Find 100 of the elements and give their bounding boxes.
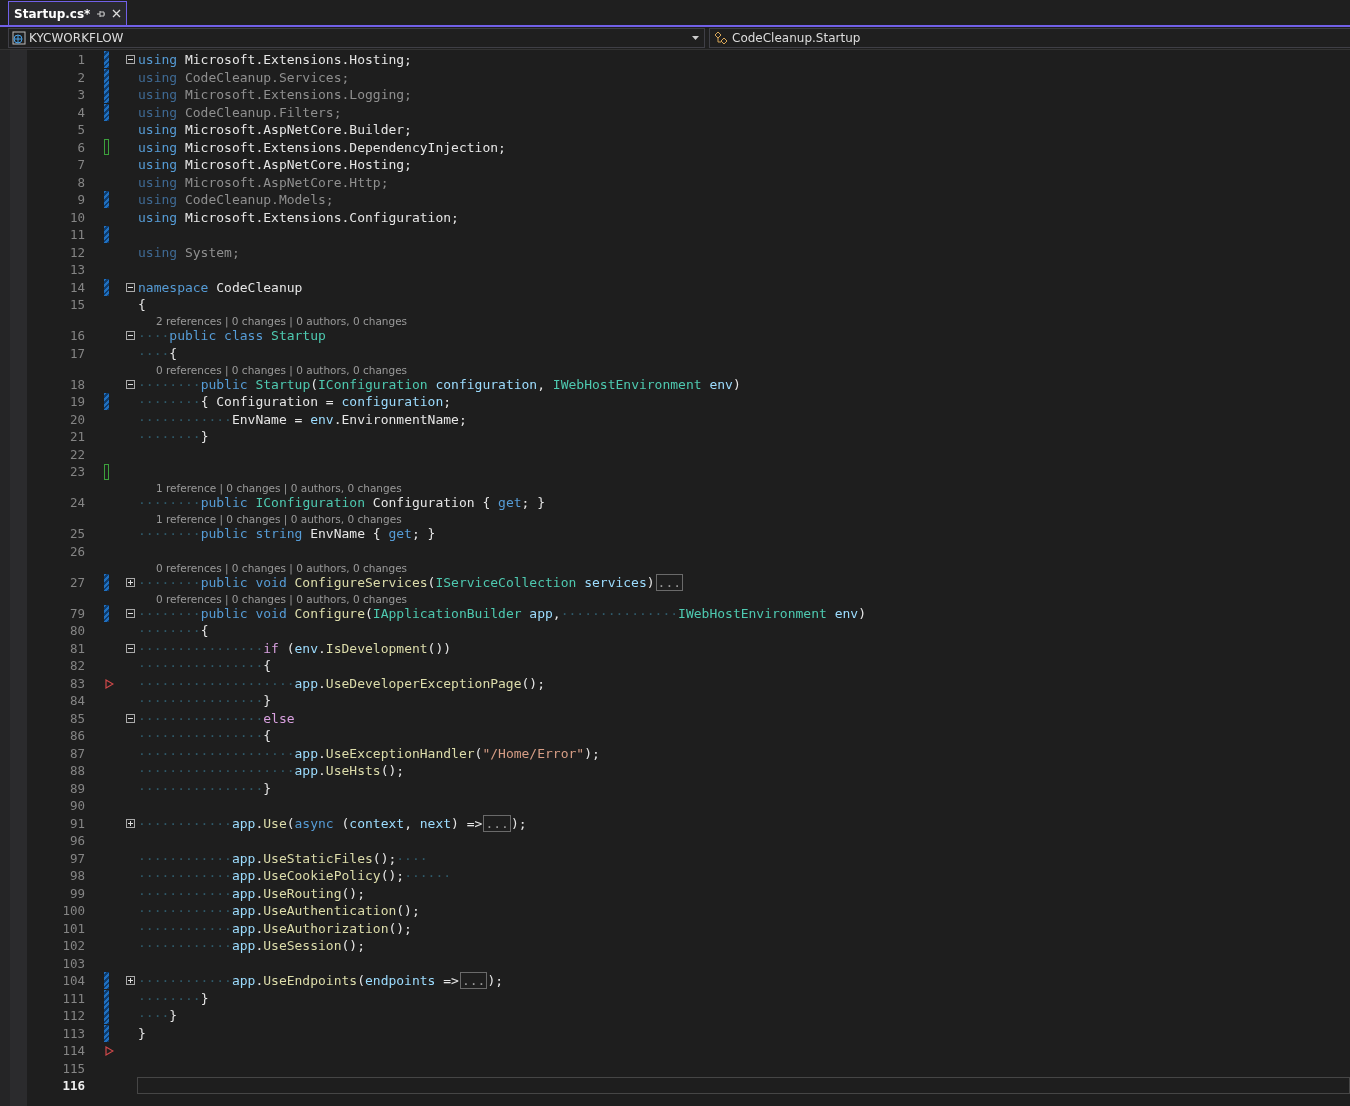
line-number: 103 [61,955,85,971]
code-line: using CodeCleanup.Filters; [137,103,342,121]
line-number: 115 [61,1060,85,1076]
code-line: ········public void ConfigureServices(IServiceCollection services) ... [137,573,684,591]
line-number: 10 [68,209,85,225]
line-number: 15 [68,297,85,313]
line-number: 19 [68,394,85,410]
line-number: 14 [68,279,85,295]
line-number: 24 [68,495,85,511]
code-line: ········} [137,989,209,1007]
code-line: ············app.UseStaticFiles();···· [137,849,428,867]
line-number: 87 [68,745,85,761]
line-number: 18 [68,376,85,392]
code-line: ····················app.UseExceptionHandler("/Home/Error"); [137,744,600,762]
codelens-text[interactable]: 0 references | 0 changes | 0 authors, 0 changes [156,363,408,376]
code-line: ····public class Startup [137,328,326,345]
code-line: ············app.UseSession(); [137,937,365,955]
code-line: using Microsoft.Extensions.Hosting; [137,51,412,69]
collapse-icon[interactable] [126,713,135,723]
line-number: 12 [68,244,85,260]
code-line: ············app.UseCookiePolicy();······ [137,867,452,885]
line-number: 111 [61,990,85,1006]
code-line: using Microsoft.AspNetCore.Builder; [137,121,412,139]
line-number: 97 [68,850,85,866]
code-line: using Microsoft.Extensions.DependencyInjection; [137,138,506,156]
code-line: ············app.UseAuthorization(); [137,919,412,937]
line-number: 3 [76,87,85,103]
code-line: ····{ [137,344,178,362]
code-line: ····} [137,1007,178,1025]
collapse-icon[interactable] [126,643,135,653]
line-number: 20 [68,411,85,427]
code-line: ············app.UseRouting(); [137,884,365,902]
collapse-icon[interactable] [126,282,135,292]
code-line: } [137,1024,146,1042]
globe-icon [12,31,26,45]
expand-icon[interactable] [126,818,135,828]
code-line: ········} [137,428,209,446]
line-number: 86 [68,728,85,744]
code-line: ················} [137,779,272,797]
code-line: using CodeCleanup.Models; [137,191,334,209]
line-number: 83 [68,675,85,691]
line-number: 27 [68,574,85,590]
code-line: using System; [137,243,240,261]
line-number: 17 [68,345,85,361]
line-number: 102 [61,938,85,954]
code-line: ····················app.UseDeveloperExceptionPage(); [137,674,545,692]
collapse-icon[interactable] [126,379,135,389]
file-tab[interactable]: Startup.cs* [8,1,128,25]
code-line: ········public Startup(IConfiguration configuration, IWebHostEnvironment env) [137,376,741,393]
collapse-icon[interactable] [126,608,135,618]
code-line: ····················app.UseHsts(); [137,762,405,780]
code-line: ················if (env.IsDevelopment()) [137,639,452,657]
line-number: 99 [68,885,85,901]
expand-icon[interactable] [126,577,135,587]
line-number: 82 [68,658,85,674]
line-number: 88 [68,763,85,779]
code-line: using Microsoft.Extensions.Configuration; [137,208,459,226]
code-line: ············app.UseAuthentication(); [137,902,420,920]
close-icon[interactable] [112,9,122,18]
line-number: 80 [68,623,85,639]
code-line: ········public void Configure(IApplicationBuilder app,···············IWebHostEnvironment env) [137,605,866,622]
pin-icon[interactable] [96,8,107,19]
code-line: using CodeCleanup.Services; [137,68,350,86]
line-number: 84 [68,693,85,709]
collapse-icon[interactable] [126,55,135,65]
codelens-text[interactable]: 2 references | 0 changes | 0 authors, 0 changes [156,315,408,327]
code-line: ············app.Use(async (context, next) => ...); [137,814,527,832]
line-number: 11 [68,227,85,243]
code-line: ················{ [137,727,272,745]
line-number: 90 [68,798,85,814]
line-number: 4 [76,104,85,120]
line-number: 21 [68,429,85,445]
line-number: 116 [61,1078,85,1094]
line-number: 114 [61,1043,85,1059]
code-line: ········public IConfiguration Configuration { get; } [137,495,546,512]
codelens-text[interactable]: 0 references | 0 changes | 0 authors, 0 changes [156,592,408,605]
codelens-text[interactable]: 1 reference | 0 changes | 0 authors, 0 changes [156,482,402,494]
class-icon [713,31,729,45]
line-number: 85 [68,710,85,726]
code-line: using Microsoft.AspNetCore.Hosting; [137,156,412,174]
line-number: 5 [76,122,85,138]
member-dropdown[interactable]: CodeCleanup.Startup [709,28,1350,48]
line-number: 113 [61,1025,85,1041]
code-line: namespace CodeCleanup [137,278,303,296]
line-number: 6 [76,139,85,155]
expand-icon[interactable] [126,976,135,986]
code-line: ········public string EnvName { get; } [137,526,436,543]
line-number: 89 [68,780,85,796]
collapse-icon[interactable] [126,331,135,341]
line-number: 98 [68,868,85,884]
code-line: ················} [137,692,272,710]
codelens-text[interactable]: 0 references | 0 changes | 0 authors, 0 changes [156,561,408,574]
line-number: 100 [61,903,85,919]
code-line: ················else [137,709,295,727]
project-dropdown[interactable]: KYCWORKFLOW [8,28,705,48]
line-number: 81 [68,640,85,656]
code-line: using Microsoft.AspNetCore.Http; [137,173,389,191]
line-number: 91 [68,815,85,831]
line-number: 16 [68,328,85,344]
codelens-text[interactable]: 1 reference | 0 changes | 0 authors, 0 changes [156,513,402,525]
